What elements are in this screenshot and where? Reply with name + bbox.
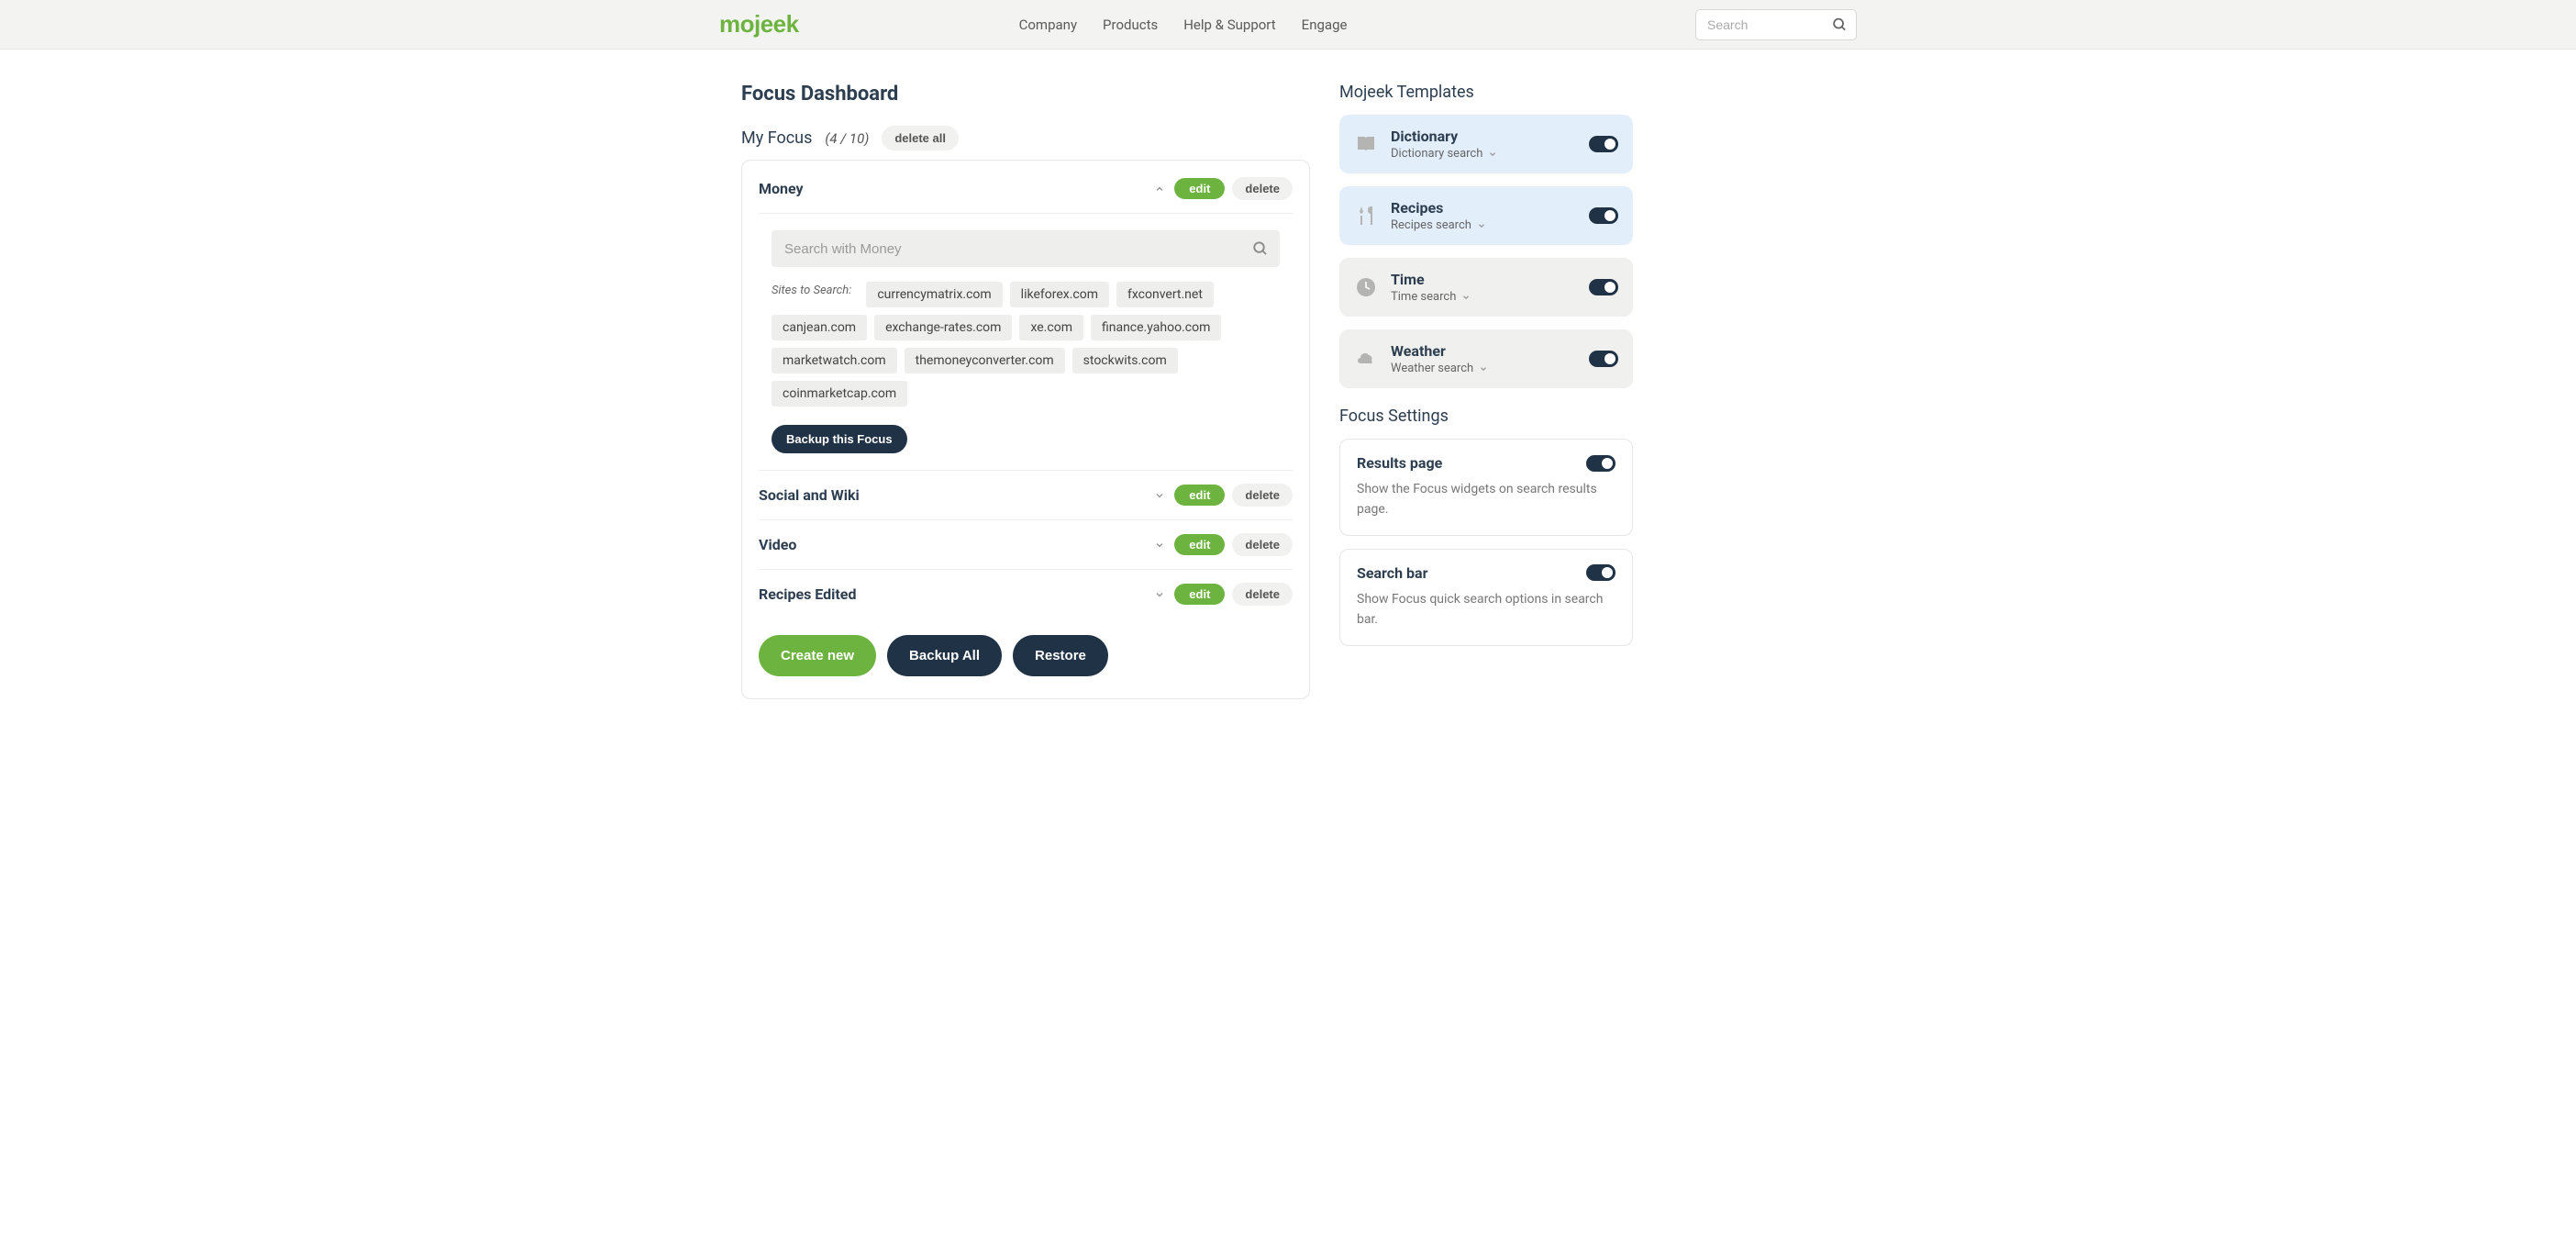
setting-toggle[interactable] [1586,564,1616,581]
template-toggle[interactable] [1589,279,1618,295]
template-card-recipes: Recipes Recipes search [1339,186,1633,245]
template-card-time: Time Time search [1339,258,1633,317]
chevron-up-icon[interactable] [1154,184,1165,195]
edit-button[interactable]: edit [1174,178,1225,199]
edit-button[interactable]: edit [1174,485,1225,506]
focus-title: Money [759,180,1154,197]
focus-title: Video [759,536,1154,553]
delete-button[interactable]: delete [1232,583,1293,606]
myfocus-header: My Focus (4 / 10) delete all [741,126,1310,150]
search-icon[interactable] [1832,17,1848,32]
site-chip[interactable]: themoneyconverter.com [905,348,1065,373]
template-title: Time [1391,271,1576,288]
create-new-button[interactable]: Create new [759,635,876,676]
template-card-dictionary: Dictionary Dictionary search [1339,115,1633,173]
template-subtitle[interactable]: Time search [1391,290,1576,304]
cloud-icon [1354,347,1378,371]
focus-expanded-money: Sites to Search: currencymatrix.com like… [759,214,1293,471]
setting-toggle[interactable] [1586,455,1616,472]
template-title: Weather [1391,342,1576,360]
focus-row-social: Social and Wiki edit delete [759,471,1293,520]
focus-row-recipes: Recipes Edited edit delete [759,570,1293,618]
template-subtitle[interactable]: Recipes search [1391,218,1576,232]
utensils-icon [1354,204,1378,228]
backup-focus-button[interactable]: Backup this Focus [772,425,907,453]
settings-heading: Focus Settings [1339,407,1633,426]
setting-desc: Show Focus quick search options in searc… [1357,589,1616,630]
template-toggle[interactable] [1589,207,1618,224]
main-nav: Company Products Help & Support Engage [1019,17,1348,33]
chevron-down-icon [1461,293,1471,302]
focus-search-input[interactable] [772,230,1280,267]
nav-products[interactable]: Products [1103,17,1158,33]
chevron-down-icon [1488,150,1497,159]
focus-list: Money edit delete Site [741,160,1310,699]
template-title: Recipes [1391,199,1576,217]
setting-title: Results page [1357,454,1442,472]
template-toggle[interactable] [1589,351,1618,367]
page-title: Focus Dashboard [741,83,1310,106]
site-chip[interactable]: finance.yahoo.com [1091,315,1221,340]
site-chip[interactable]: likeforex.com [1010,282,1109,307]
chevron-down-icon [1477,221,1486,230]
header-search [1695,9,1857,40]
search-icon[interactable] [1252,240,1269,257]
book-icon [1354,132,1378,156]
site-chip[interactable]: xe.com [1019,315,1083,340]
setting-title: Search bar [1357,564,1427,582]
backup-all-button[interactable]: Backup All [887,635,1002,676]
edit-button[interactable]: edit [1174,534,1225,555]
template-title: Dictionary [1391,128,1576,145]
myfocus-count: (4 / 10) [825,130,869,147]
delete-all-button[interactable]: delete all [882,126,959,150]
chevron-down-icon[interactable] [1154,490,1165,501]
focus-title: Social and Wiki [759,486,1154,504]
chevron-down-icon [1479,364,1488,373]
myfocus-label: My Focus [741,128,812,148]
template-card-weather: Weather Weather search [1339,329,1633,388]
logo[interactable]: mojeek [719,10,799,39]
delete-button[interactable]: delete [1232,484,1293,507]
site-chip[interactable]: canjean.com [772,315,867,340]
chevron-down-icon[interactable] [1154,589,1165,600]
delete-button[interactable]: delete [1232,177,1293,200]
template-subtitle[interactable]: Weather search [1391,362,1576,375]
site-chip[interactable]: fxconvert.net [1116,282,1214,307]
delete-button[interactable]: delete [1232,533,1293,556]
templates-heading: Mojeek Templates [1339,83,1633,102]
clock-icon [1354,275,1378,299]
chevron-down-icon[interactable] [1154,540,1165,551]
site-chip[interactable]: currencymatrix.com [866,282,1002,307]
setting-desc: Show the Focus widgets on search results… [1357,479,1616,520]
template-toggle[interactable] [1589,136,1618,152]
restore-button[interactable]: Restore [1013,635,1108,676]
site-chip[interactable]: coinmarketcap.com [772,381,907,407]
setting-search-bar: Search bar Show Focus quick search optio… [1339,549,1633,646]
nav-engage[interactable]: Engage [1302,17,1348,33]
focus-search [772,230,1280,267]
site-chip[interactable]: exchange-rates.com [874,315,1012,340]
site-chip[interactable]: stockwits.com [1072,348,1178,373]
sites-label: Sites to Search: [772,284,851,297]
topbar: mojeek Company Products Help & Support E… [0,0,2576,50]
focus-row-video: Video edit delete [759,520,1293,570]
focus-title: Recipes Edited [759,585,1154,603]
nav-help[interactable]: Help & Support [1183,17,1275,33]
edit-button[interactable]: edit [1174,584,1225,605]
setting-results-page: Results page Show the Focus widgets on s… [1339,439,1633,536]
focus-actions: Create new Backup All Restore [759,635,1293,676]
site-chip[interactable]: marketwatch.com [772,348,897,373]
template-subtitle[interactable]: Dictionary search [1391,147,1576,161]
focus-row-money: Money edit delete [759,177,1293,214]
nav-company[interactable]: Company [1019,17,1077,33]
